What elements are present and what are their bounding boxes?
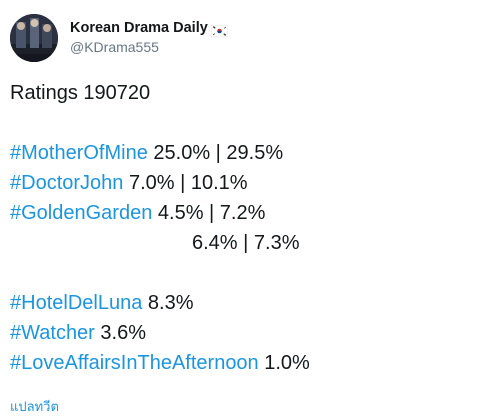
rating-line: #MotherOfMine 25.0% | 29.5%	[10, 138, 470, 168]
hashtag-link[interactable]: #HotelDelLuna	[10, 292, 142, 314]
rating-value: 4.5% | 7.2%	[152, 202, 266, 224]
translate-tweet-link[interactable]: แปลทวีต	[10, 396, 59, 417]
hashtag-link[interactable]: #LoveAffairsInTheAfternoon	[10, 352, 259, 374]
hashtag-link[interactable]: #GoldenGarden	[10, 202, 152, 224]
tweet-header: Korean Drama Daily @KDrama555	[10, 12, 229, 64]
display-name-row: Korean Drama Daily	[70, 19, 229, 38]
hashtag-link[interactable]: #MotherOfMine	[10, 142, 148, 164]
ratings-title: Ratings 190720	[10, 82, 151, 104]
rating-line: #Watcher 3.6%	[10, 318, 470, 348]
rating-continuation: 6.4% | 7.3%	[192, 232, 300, 254]
rating-value: 25.0% | 29.5%	[147, 142, 284, 164]
display-name[interactable]: Korean Drama Daily	[70, 19, 208, 38]
rating-line: #GoldenGarden 4.5% | 7.2%	[10, 198, 470, 228]
south-korea-flag-icon	[210, 23, 229, 37]
avatar[interactable]	[10, 14, 58, 62]
rating-value: 8.3%	[142, 292, 194, 314]
rating-value: 3.6%	[94, 322, 146, 344]
tweet-card: Korean Drama Daily @KDrama555 Ratings 19…	[0, 0, 478, 414]
hashtag-link[interactable]: #Watcher	[10, 322, 95, 344]
rating-value: 1.0%	[258, 352, 310, 374]
author-names: Korean Drama Daily @KDrama555	[70, 19, 229, 57]
hashtag-link[interactable]: #DoctorJohn	[10, 172, 123, 194]
author-handle[interactable]: @KDrama555	[70, 38, 228, 57]
rating-value: 7.0% | 10.1%	[123, 172, 248, 194]
rating-line: #HotelDelLuna 8.3%	[10, 288, 470, 318]
tweet-text: Ratings 190720 #MotherOfMine 25.0% | 29.…	[10, 78, 470, 378]
rating-line: #DoctorJohn 7.0% | 10.1%	[10, 168, 470, 198]
rating-line: #LoveAffairsInTheAfternoon 1.0%	[10, 348, 470, 378]
